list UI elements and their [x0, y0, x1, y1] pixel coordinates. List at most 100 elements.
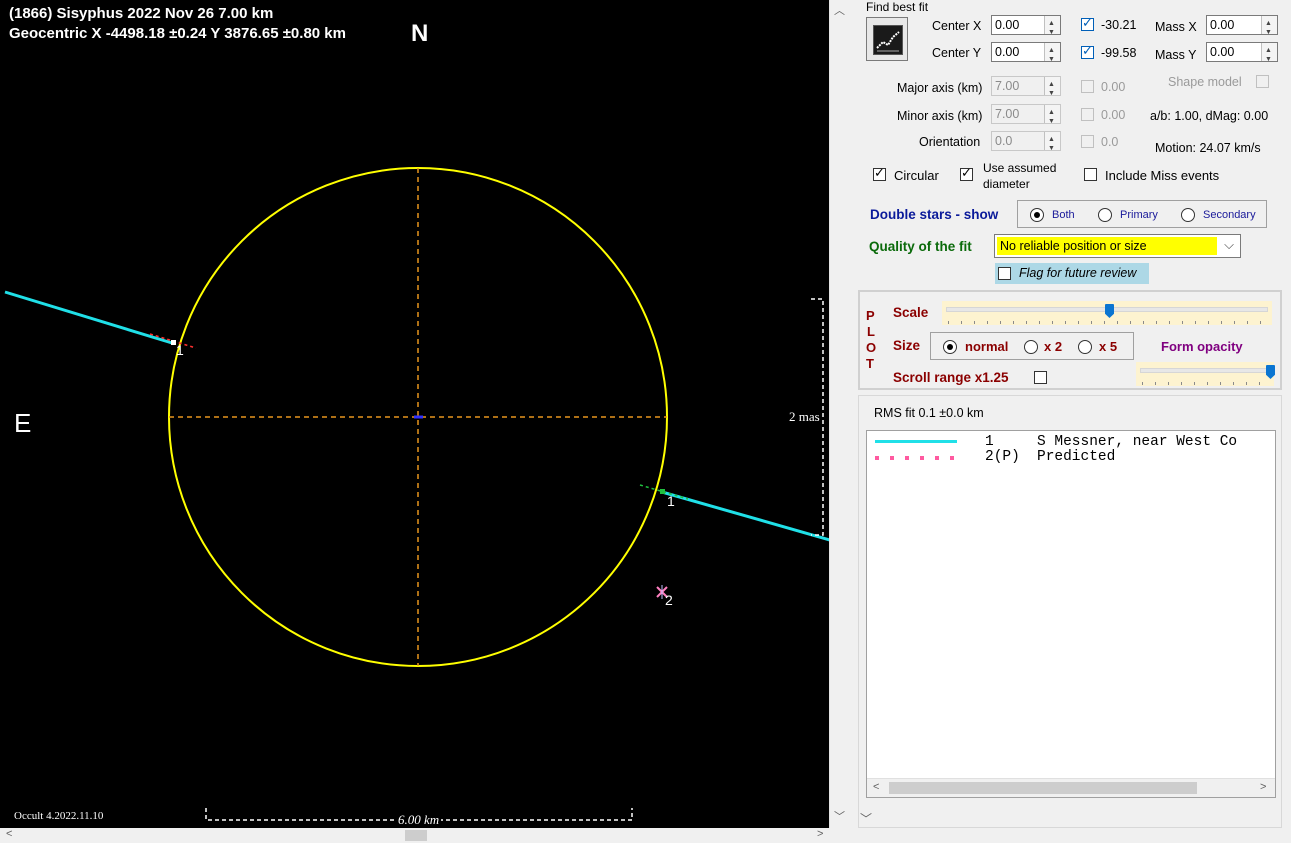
chevron-down-icon: ⌵ [1224, 237, 1234, 252]
scroll-down-icon[interactable]: ﹀ [834, 808, 845, 824]
plot-title-line2: Geocentric X -4498.18 ±0.24 Y 3876.65 ±0… [9, 25, 346, 42]
mass-y-spinner[interactable] [1261, 42, 1277, 69]
size-group: normal x 2 x 5 [930, 332, 1134, 360]
mass-x-spinner[interactable] [1261, 15, 1277, 42]
major-axis-checkbox[interactable] [1081, 80, 1094, 93]
plot-letter-t: T [866, 356, 874, 371]
orientation-spinner[interactable] [1044, 131, 1060, 158]
chart-icon [873, 25, 903, 55]
use-assumed-checkbox[interactable] [960, 165, 973, 181]
radio-both-label: Both [1052, 209, 1075, 221]
center-y-spinner[interactable] [1044, 42, 1060, 69]
plot-canvas[interactable]: (1866) Sisyphus 2022 Nov 26 7.00 km Geoc… [0, 0, 830, 828]
shape-model-checkbox[interactable] [1256, 75, 1269, 88]
scale-slider[interactable] [942, 301, 1272, 325]
plot-letter-o: O [866, 340, 877, 355]
scroll-up-icon[interactable]: ︿ [834, 2, 845, 18]
major-axis-spinner[interactable] [1044, 76, 1060, 103]
north-label: N [411, 20, 429, 47]
orientation-input[interactable]: 0.0 [991, 131, 1061, 158]
minor-axis-label: Minor axis (km) [897, 109, 983, 123]
radio-size-x2[interactable] [1024, 340, 1038, 354]
plot-letter-p: P [866, 308, 875, 323]
plot-horizontal-scrollbar[interactable]: < > [0, 828, 847, 843]
form-opacity-slider[interactable] [1136, 362, 1275, 386]
double-stars-group: Both Primary Secondary [1017, 200, 1267, 228]
mass-x-label: Mass X [1155, 20, 1197, 34]
scroll-right-icon[interactable]: > [817, 828, 823, 840]
legend-scroll-left-icon[interactable]: < [873, 781, 879, 793]
disappearance-marker [149, 333, 197, 349]
flag-review-row[interactable]: Flag for future review [995, 263, 1149, 284]
radio-secondary-label: Secondary [1203, 209, 1256, 221]
legend-scroll-right-icon[interactable]: > [1260, 781, 1266, 793]
minor-axis-checkbox[interactable] [1081, 108, 1094, 121]
minor-axis-input[interactable]: 7.00 [991, 104, 1061, 131]
legend-row-1-text: S Messner, near West Co [1037, 434, 1238, 450]
east-label: E [14, 408, 32, 438]
radio-size-x5[interactable] [1078, 340, 1092, 354]
legend-row-2-id: 2(P) [985, 449, 1020, 465]
flag-review-checkbox[interactable] [998, 267, 1011, 280]
center-x-label: Center X [932, 19, 982, 33]
orientation-check-value: 0.0 [1101, 135, 1119, 149]
observer-legend-list[interactable]: 1 S Messner, near West Co 2(P) Predicted… [866, 430, 1276, 798]
major-axis-input[interactable]: 7.00 [991, 76, 1061, 103]
radio-primary[interactable] [1098, 208, 1112, 222]
circular-label: Circular [894, 168, 939, 183]
scroll-range-checkbox[interactable] [1034, 371, 1047, 384]
reappearance-marker [639, 484, 689, 500]
center-y-input[interactable]: 0.00 [991, 42, 1061, 69]
quality-select[interactable]: No reliable position or size ⌵ [994, 234, 1241, 258]
minor-axis-check-value: 0.00 [1101, 108, 1126, 122]
major-axis-label: Major axis (km) [897, 81, 983, 95]
chord-line-1-left [4, 290, 173, 345]
flag-review-label: Flag for future review [1019, 266, 1137, 280]
center-y-check-value: -99.58 [1101, 46, 1137, 60]
legend-dotted-line [875, 456, 957, 460]
radio-both[interactable] [1030, 208, 1044, 222]
find-best-fit-button[interactable] [866, 17, 908, 61]
plot-vertical-scrollbar[interactable]: ︿ ﹀ [829, 0, 848, 828]
circular-checkbox[interactable] [873, 165, 886, 181]
include-miss-label: Include Miss events [1105, 168, 1220, 183]
center-y-checkbox[interactable] [1081, 43, 1094, 59]
radio-size-normal[interactable] [943, 340, 957, 354]
panel-scroll-down-icon[interactable]: ﹀ [860, 810, 872, 827]
mass-y-input[interactable]: 0.00 [1206, 42, 1278, 69]
motion-text: Motion: 24.07 km/s [1155, 141, 1261, 155]
chord-label-disappear: 1 [176, 342, 184, 358]
legend-horizontal-scrollbar[interactable]: < > [867, 778, 1275, 797]
legend-solid-line [875, 440, 957, 443]
legend-row-1-id: 1 [985, 434, 994, 450]
legend-row-2-text: Predicted [1037, 449, 1116, 465]
minor-axis-spinner[interactable] [1044, 104, 1060, 131]
scroll-left-icon[interactable]: < [6, 828, 12, 840]
legend-scroll-thumb[interactable] [889, 782, 1197, 794]
double-stars-label: Double stars - show [870, 207, 999, 222]
include-miss-checkbox[interactable] [1084, 168, 1097, 181]
major-axis-check-value: 0.00 [1101, 80, 1126, 94]
orientation-checkbox[interactable] [1081, 135, 1094, 148]
size-label: Size [893, 338, 921, 353]
plot-svg [4, 167, 830, 821]
center-x-checkbox[interactable] [1081, 15, 1094, 31]
radio-size-x5-label: x 5 [1099, 339, 1118, 354]
mass-x-input[interactable]: 0.00 [1206, 15, 1278, 42]
plot-title-line1: (1866) Sisyphus 2022 Nov 26 7.00 km [9, 5, 274, 22]
scale-slider-thumb[interactable] [1105, 304, 1114, 318]
form-opacity-slider-thumb[interactable] [1266, 365, 1275, 379]
center-x-spinner[interactable] [1044, 15, 1060, 42]
scroll-range-label: Scroll range x1.25 [893, 370, 1009, 385]
radio-size-x2-label: x 2 [1044, 339, 1063, 354]
mass-y-label: Mass Y [1155, 48, 1197, 62]
orientation-label: Orientation [919, 135, 981, 149]
radio-size-normal-label: normal [965, 339, 1009, 354]
ab-dmag-text: a/b: 1.00, dMag: 0.00 [1150, 109, 1269, 123]
center-x-input[interactable]: 0.00 [991, 15, 1061, 42]
radio-secondary[interactable] [1181, 208, 1195, 222]
find-best-fit-label: Find best fit [866, 0, 929, 14]
vertical-scale-label: 2 mas [789, 409, 820, 425]
quality-label: Quality of the fit [869, 239, 972, 254]
horizontal-scroll-thumb[interactable] [405, 830, 427, 841]
